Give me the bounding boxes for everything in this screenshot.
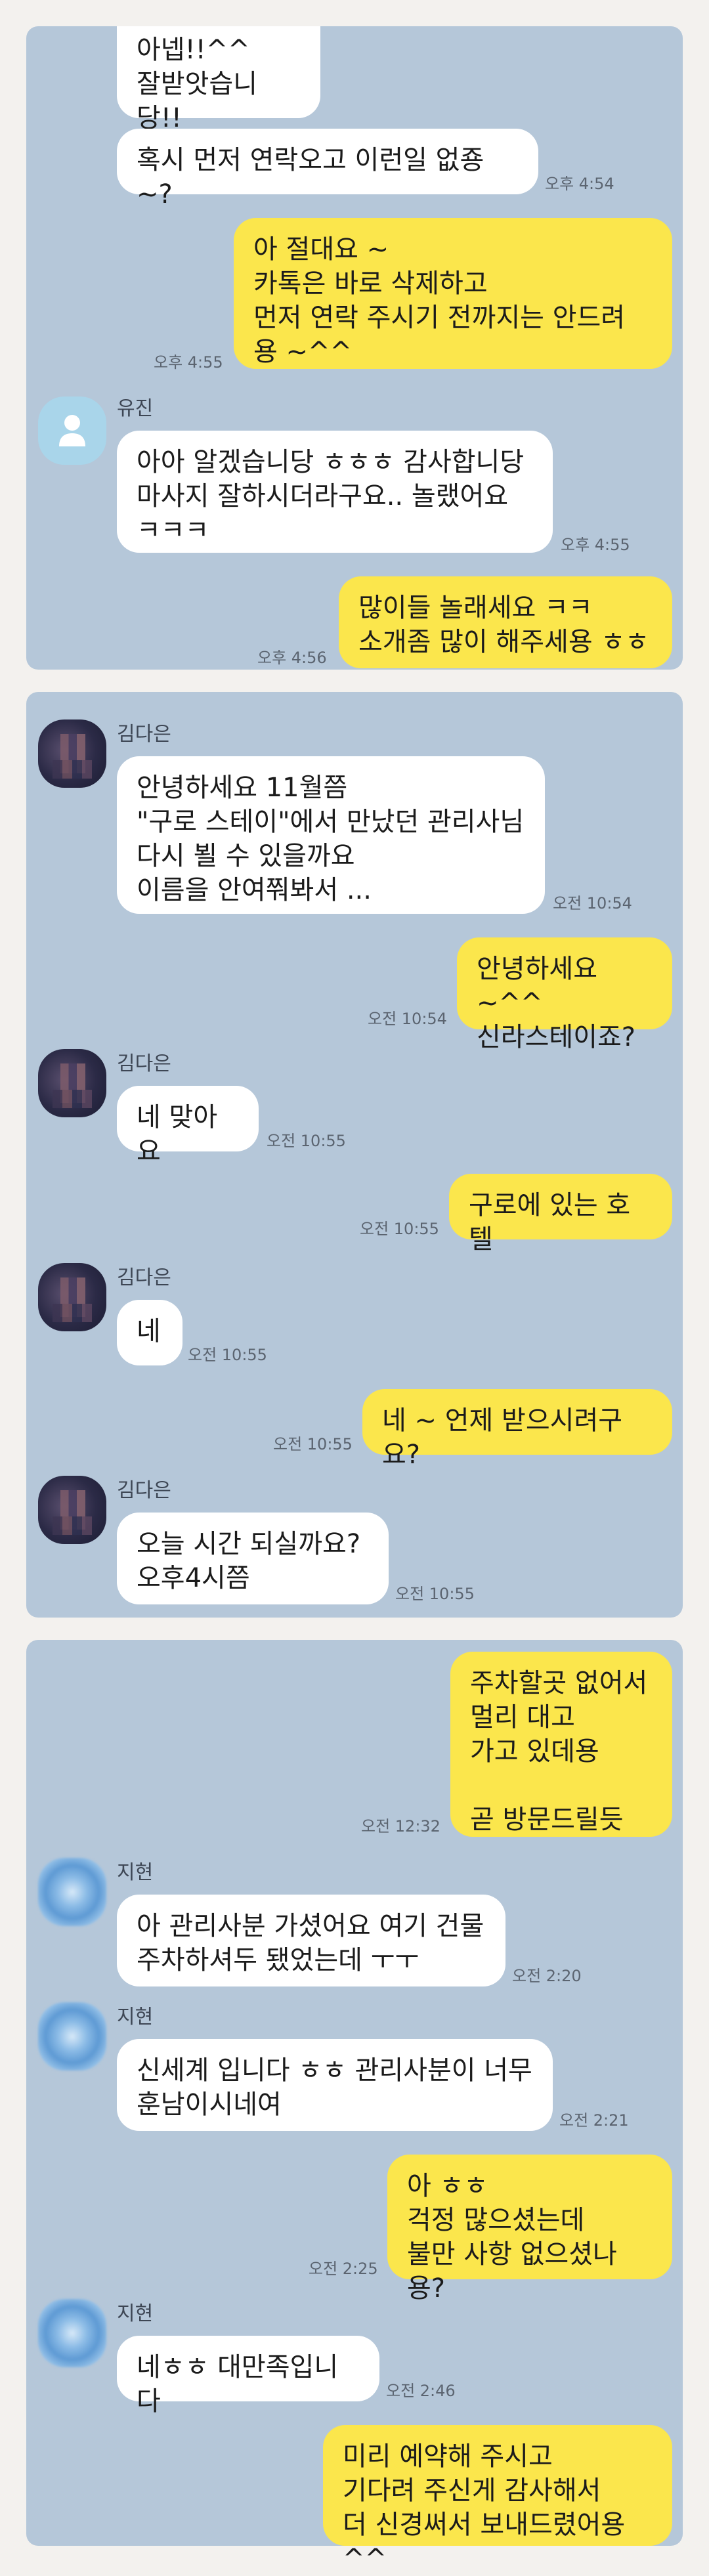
message-time: 오전 10:55 [273, 1435, 353, 1453]
message-bubble: 아 절대요 ~ 카톡은 바로 삭제하고 먼저 연락 주시기 전까지는 안드려 용… [234, 218, 672, 369]
sender-name: 김다은 [117, 1266, 171, 1289]
message-bubble: 주차할곳 없어서 멀리 대고 가고 있데용 곧 방문드릴듯 [450, 1652, 672, 1837]
message-bubble: 아아 알겠습니당 ㅎㅎㅎ 감사합니당 마사지 잘하시더라구요.. 놀랬어요 ㅋㅋ… [117, 431, 553, 553]
message-time: 오후 4:55 [561, 536, 630, 554]
sender-name: 지현 [117, 2302, 154, 2325]
sender-name: 지현 [117, 1861, 154, 1884]
message-bubble: 네 [117, 1300, 183, 1365]
avatar[interactable] [38, 2002, 106, 2071]
avatar[interactable] [38, 1263, 106, 1331]
message-bubble: 신세계 입니다 ㅎㅎ 관리사분이 너무 훈남이시네여 [117, 2039, 553, 2131]
message-time: 오전 10:54 [368, 1010, 447, 1028]
person-icon [59, 415, 85, 446]
avatar[interactable] [38, 1476, 106, 1544]
message-time: 오전 2:46 [386, 2382, 456, 2400]
avatar[interactable] [38, 397, 106, 465]
message-bubble: 안녕하세요 ~^^ 신라스테이죠? [457, 937, 672, 1052]
message-time: 오후 4:56 [257, 649, 327, 667]
message-time: 오후 4:54 [545, 175, 614, 193]
sender-name: 지현 [117, 2006, 154, 2029]
message-time: 오전 10:54 [553, 894, 632, 912]
message-time: 오전 12:32 [361, 1817, 440, 1835]
message-time: 오전 2:25 [309, 2260, 378, 2278]
message-bubble: 구로에 있는 호텔 [449, 1174, 672, 1255]
sender-name: 김다은 [117, 723, 171, 746]
avatar[interactable] [38, 719, 106, 788]
message-time: 오후 4:55 [154, 353, 223, 372]
message-bubble: 미리 예약해 주시고 기다려 주신게 감사해서 더 신경써서 보내드렸어용 ^^ [323, 2425, 672, 2574]
message-bubble: 혹시 먼저 연락오고 이런일 없죵~? [117, 129, 538, 209]
message-time: 오전 10:55 [360, 1220, 439, 1238]
message-bubble: 네 ~ 언제 받으시려구요? [362, 1389, 672, 1470]
avatar[interactable] [38, 1858, 106, 1926]
message-time: 오전 10:55 [188, 1346, 267, 1364]
message-bubble: 네ㅎㅎ 대만족입니다 [117, 2336, 379, 2416]
message-time: 오전 2:21 [559, 2111, 629, 2130]
message-bubble: 아넵!!^^ 잘받앗습니당!! [117, 26, 320, 133]
message-bubble: 네 맞아요 [117, 1086, 259, 1167]
avatar[interactable] [38, 2299, 106, 2367]
message-time: 오전 10:55 [267, 1132, 346, 1150]
sender-name: 유진 [117, 397, 154, 420]
message-bubble: 아 관리사분 가셨어요 여기 건물 주차하셔두 됐었는데 ㅜㅜ [117, 1895, 505, 1986]
message-bubble: 안녕하세요 11월쯤 "구로 스테이"에서 만났던 관리사님 다시 뵐 수 있을… [117, 756, 545, 914]
message-time: 오전 10:55 [395, 1585, 475, 1603]
message-bubble: 아 ㅎㅎ 걱정 많으셨는데 불만 사항 없으셨나용? [387, 2155, 672, 2304]
sender-name: 김다은 [117, 1052, 171, 1075]
message-bubble: 많이들 놀래세요 ㅋㅋ 소개좀 많이 해주세용 ㅎㅎ [339, 576, 672, 668]
message-time: 오전 2:20 [512, 1967, 582, 1985]
avatar[interactable] [38, 1049, 106, 1117]
sender-name: 김다은 [117, 1479, 171, 1502]
message-bubble: 오늘 시간 되실까요? 오후4시쯤 [117, 1513, 389, 1604]
